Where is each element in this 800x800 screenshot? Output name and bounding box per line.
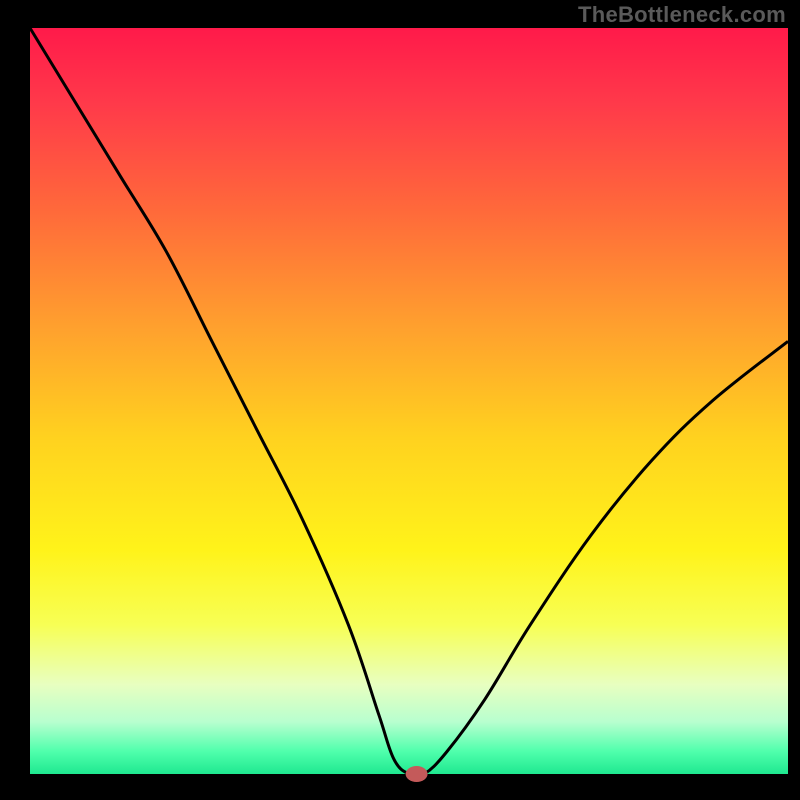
plot-background (30, 28, 788, 774)
watermark-text: TheBottleneck.com (578, 2, 786, 28)
optimal-marker (406, 766, 428, 782)
bottleneck-chart (0, 0, 800, 800)
chart-frame: TheBottleneck.com (0, 0, 800, 800)
